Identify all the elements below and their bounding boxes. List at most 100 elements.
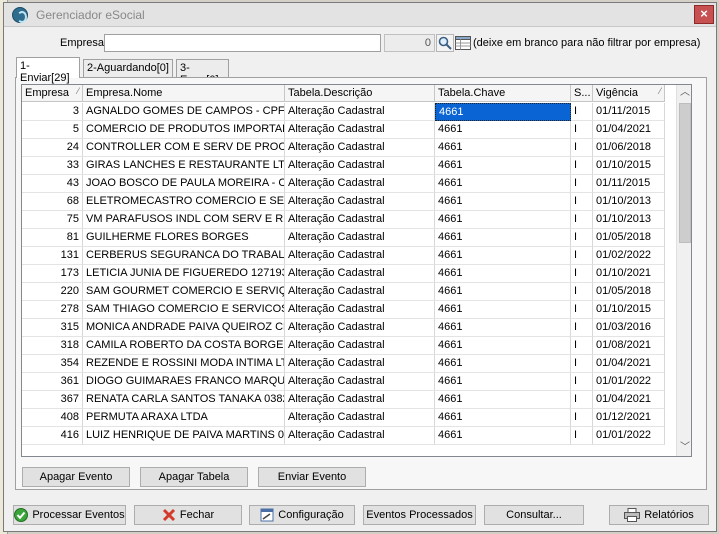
cell-empresa[interactable]: 416 [22, 427, 83, 445]
cell-s[interactable]: I [571, 427, 593, 445]
cell-tabela-descricao[interactable]: Alteração Cadastral [285, 301, 435, 319]
cell-empresa-nome[interactable]: SAM GOURMET COMERCIO E SERVIÇOS [83, 283, 285, 301]
events-grid[interactable]: Empresa ⁄ Empresa.Nome Tabela.Descrição … [21, 84, 692, 457]
cell-tabela-descricao[interactable]: Alteração Cadastral [285, 247, 435, 265]
cell-tabela-descricao[interactable]: Alteração Cadastral [285, 373, 435, 391]
cell-vigencia[interactable]: 01/10/2021 [593, 265, 665, 283]
relatorios-button[interactable]: Relatórios [609, 505, 709, 525]
cell-tabela-chave[interactable]: 4661 [435, 391, 571, 409]
cell-tabela-descricao[interactable]: Alteração Cadastral [285, 211, 435, 229]
cell-s[interactable]: I [571, 337, 593, 355]
cell-empresa[interactable]: 354 [22, 355, 83, 373]
cell-empresa[interactable]: 33 [22, 157, 83, 175]
cell-tabela-chave[interactable]: 4661 [435, 193, 571, 211]
column-header-empresa[interactable]: Empresa ⁄ [22, 85, 83, 102]
cell-vigencia[interactable]: 01/05/2018 [593, 229, 665, 247]
cell-vigencia[interactable]: 01/12/2021 [593, 409, 665, 427]
cell-tabela-descricao[interactable]: Alteração Cadastral [285, 193, 435, 211]
cell-tabela-descricao[interactable]: Alteração Cadastral [285, 175, 435, 193]
cell-empresa[interactable]: 278 [22, 301, 83, 319]
cell-tabela-chave[interactable]: 4661 [435, 337, 571, 355]
cell-empresa[interactable]: 81 [22, 229, 83, 247]
cell-vigencia[interactable]: 01/04/2021 [593, 355, 665, 373]
cell-empresa-nome[interactable]: CONTROLLER COM E SERV DE PROCESS [83, 139, 285, 157]
cell-tabela-chave[interactable]: 4661 [435, 355, 571, 373]
table-row[interactable]: 278 SAM THIAGO COMERCIO E SERVICOS DE Alte… [22, 301, 691, 319]
cell-tabela-descricao[interactable]: Alteração Cadastral [285, 157, 435, 175]
cell-empresa-nome[interactable]: GIRAS LANCHES E RESTAURANTE LTDA [83, 157, 285, 175]
cell-s[interactable]: I [571, 139, 593, 157]
cell-tabela-descricao[interactable]: Alteração Cadastral [285, 265, 435, 283]
cell-tabela-descricao[interactable]: Alteração Cadastral [285, 319, 435, 337]
cell-empresa-nome[interactable]: AGNALDO GOMES DE CAMPOS - CPF 3619 [83, 103, 285, 121]
table-row[interactable]: 5 COMERCIO DE PRODUTOS IMPORTADOS Alteraçã… [22, 121, 691, 139]
cell-empresa-nome[interactable]: REZENDE E ROSSINI MODA INTIMA LTDA [83, 355, 285, 373]
cell-tabela-chave[interactable]: 4661 [435, 139, 571, 157]
table-row[interactable]: 131CERBERUS SEGURANCA DO TRABALHO LAlter… [22, 247, 691, 265]
cell-empresa-nome[interactable]: CERBERUS SEGURANCA DO TRABALHO L [83, 247, 285, 265]
cell-vigencia[interactable]: 01/01/2022 [593, 373, 665, 391]
cell-empresa[interactable]: 75 [22, 211, 83, 229]
cell-empresa[interactable]: 24 [22, 139, 83, 157]
processar-eventos-button[interactable]: Processar Eventos [13, 505, 126, 525]
column-header-s[interactable]: S... [571, 85, 593, 102]
cell-empresa[interactable]: 361 [22, 373, 83, 391]
eventos-processados-button[interactable]: Eventos Processados [363, 505, 476, 525]
cell-vigencia[interactable]: 01/10/2015 [593, 301, 665, 319]
column-header-vigencia[interactable]: Vigência ⁄ [593, 85, 665, 102]
cell-s[interactable]: I [571, 229, 593, 247]
cell-tabela-descricao[interactable]: Alteração Cadastral [285, 409, 435, 427]
table-row[interactable]: 354 REZENDE E ROSSINI MODA INTIMA LTDA Alt… [22, 355, 691, 373]
column-header-empresa-nome[interactable]: Empresa.Nome [83, 85, 285, 102]
table-row[interactable]: 24CONTROLLER COM E SERV DE PROCESSAltera… [22, 139, 691, 157]
cell-vigencia[interactable]: 01/10/2013 [593, 193, 665, 211]
cell-s[interactable]: I [571, 265, 593, 283]
empresa-code-field[interactable]: 0 [384, 34, 435, 52]
cell-tabela-chave[interactable]: 4661 [435, 103, 571, 121]
apagar-evento-button[interactable]: Apagar Evento [22, 467, 130, 487]
cell-empresa[interactable]: 408 [22, 409, 83, 427]
cell-vigencia[interactable]: 01/11/2015 [593, 175, 665, 193]
cell-empresa-nome[interactable]: RENATA CARLA SANTOS TANAKA 038237 [83, 391, 285, 409]
table-row[interactable]: 33 GIRAS LANCHES E RESTAURANTE LTDA Altera… [22, 157, 691, 175]
table-row[interactable]: 68ELETROMECASTRO COMERCIO E SERVIÇAltera… [22, 193, 691, 211]
cell-vigencia[interactable]: 01/05/2018 [593, 283, 665, 301]
cell-tabela-chave[interactable]: 4661 [435, 247, 571, 265]
cell-vigencia[interactable]: 01/06/2018 [593, 139, 665, 157]
fechar-button[interactable]: Fechar [134, 505, 242, 525]
cell-empresa[interactable]: 43 [22, 175, 83, 193]
table-row[interactable]: 75VM PARAFUSOS INDL COM SERV E REP LTAlt… [22, 211, 691, 229]
column-header-tabela-descricao[interactable]: Tabela.Descrição [285, 85, 435, 102]
cell-tabela-descricao[interactable]: Alteração Cadastral [285, 103, 435, 121]
tab-enviar[interactable]: 1-Enviar[29] [16, 57, 80, 84]
cell-tabela-chave[interactable]: 4661 [435, 229, 571, 247]
cell-s[interactable]: I [571, 301, 593, 319]
close-button[interactable]: × [694, 5, 714, 24]
cell-tabela-descricao[interactable]: Alteração Cadastral [285, 229, 435, 247]
configuracao-button[interactable]: Configuração [249, 505, 355, 525]
table-row[interactable]: 361 DIOGO GUIMARAES FRANCO MARQUES Alteraç… [22, 373, 691, 391]
table-row[interactable]: 318CAMILA ROBERTO DA COSTA BORGES CAAlte… [22, 337, 691, 355]
cell-tabela-chave[interactable]: 4661 [435, 175, 571, 193]
cell-empresa[interactable]: 131 [22, 247, 83, 265]
scroll-thumb[interactable] [679, 103, 691, 243]
cell-vigencia[interactable]: 01/10/2015 [593, 157, 665, 175]
cell-vigencia[interactable]: 01/11/2015 [593, 103, 665, 121]
cell-s[interactable]: I [571, 373, 593, 391]
cell-empresa-nome[interactable]: DIOGO GUIMARAES FRANCO MARQUES [83, 373, 285, 391]
search-icon[interactable] [436, 34, 454, 52]
cell-empresa[interactable]: 318 [22, 337, 83, 355]
cell-tabela-descricao[interactable]: Alteração Cadastral [285, 121, 435, 139]
table-row[interactable]: 367 RENATA CARLA SANTOS TANAKA 038237 Alte… [22, 391, 691, 409]
cell-vigencia[interactable]: 01/03/2016 [593, 319, 665, 337]
cell-tabela-chave[interactable]: 4661 [435, 121, 571, 139]
cell-vigencia[interactable]: 01/08/2021 [593, 337, 665, 355]
cell-empresa[interactable]: 367 [22, 391, 83, 409]
cell-empresa-nome[interactable]: JOAO BOSCO DE PAULA MOREIRA - CPF [83, 175, 285, 193]
table-row[interactable]: 81 GUILHERME FLORES BORGES Alteração Cadas… [22, 229, 691, 247]
tab-erros[interactable]: 3-Erros[0] [176, 59, 229, 86]
cell-vigencia[interactable]: 01/04/2021 [593, 391, 665, 409]
cell-empresa-nome[interactable]: VM PARAFUSOS INDL COM SERV E REP LT [83, 211, 285, 229]
cell-tabela-descricao[interactable]: Alteração Cadastral [285, 391, 435, 409]
cell-empresa[interactable]: 220 [22, 283, 83, 301]
